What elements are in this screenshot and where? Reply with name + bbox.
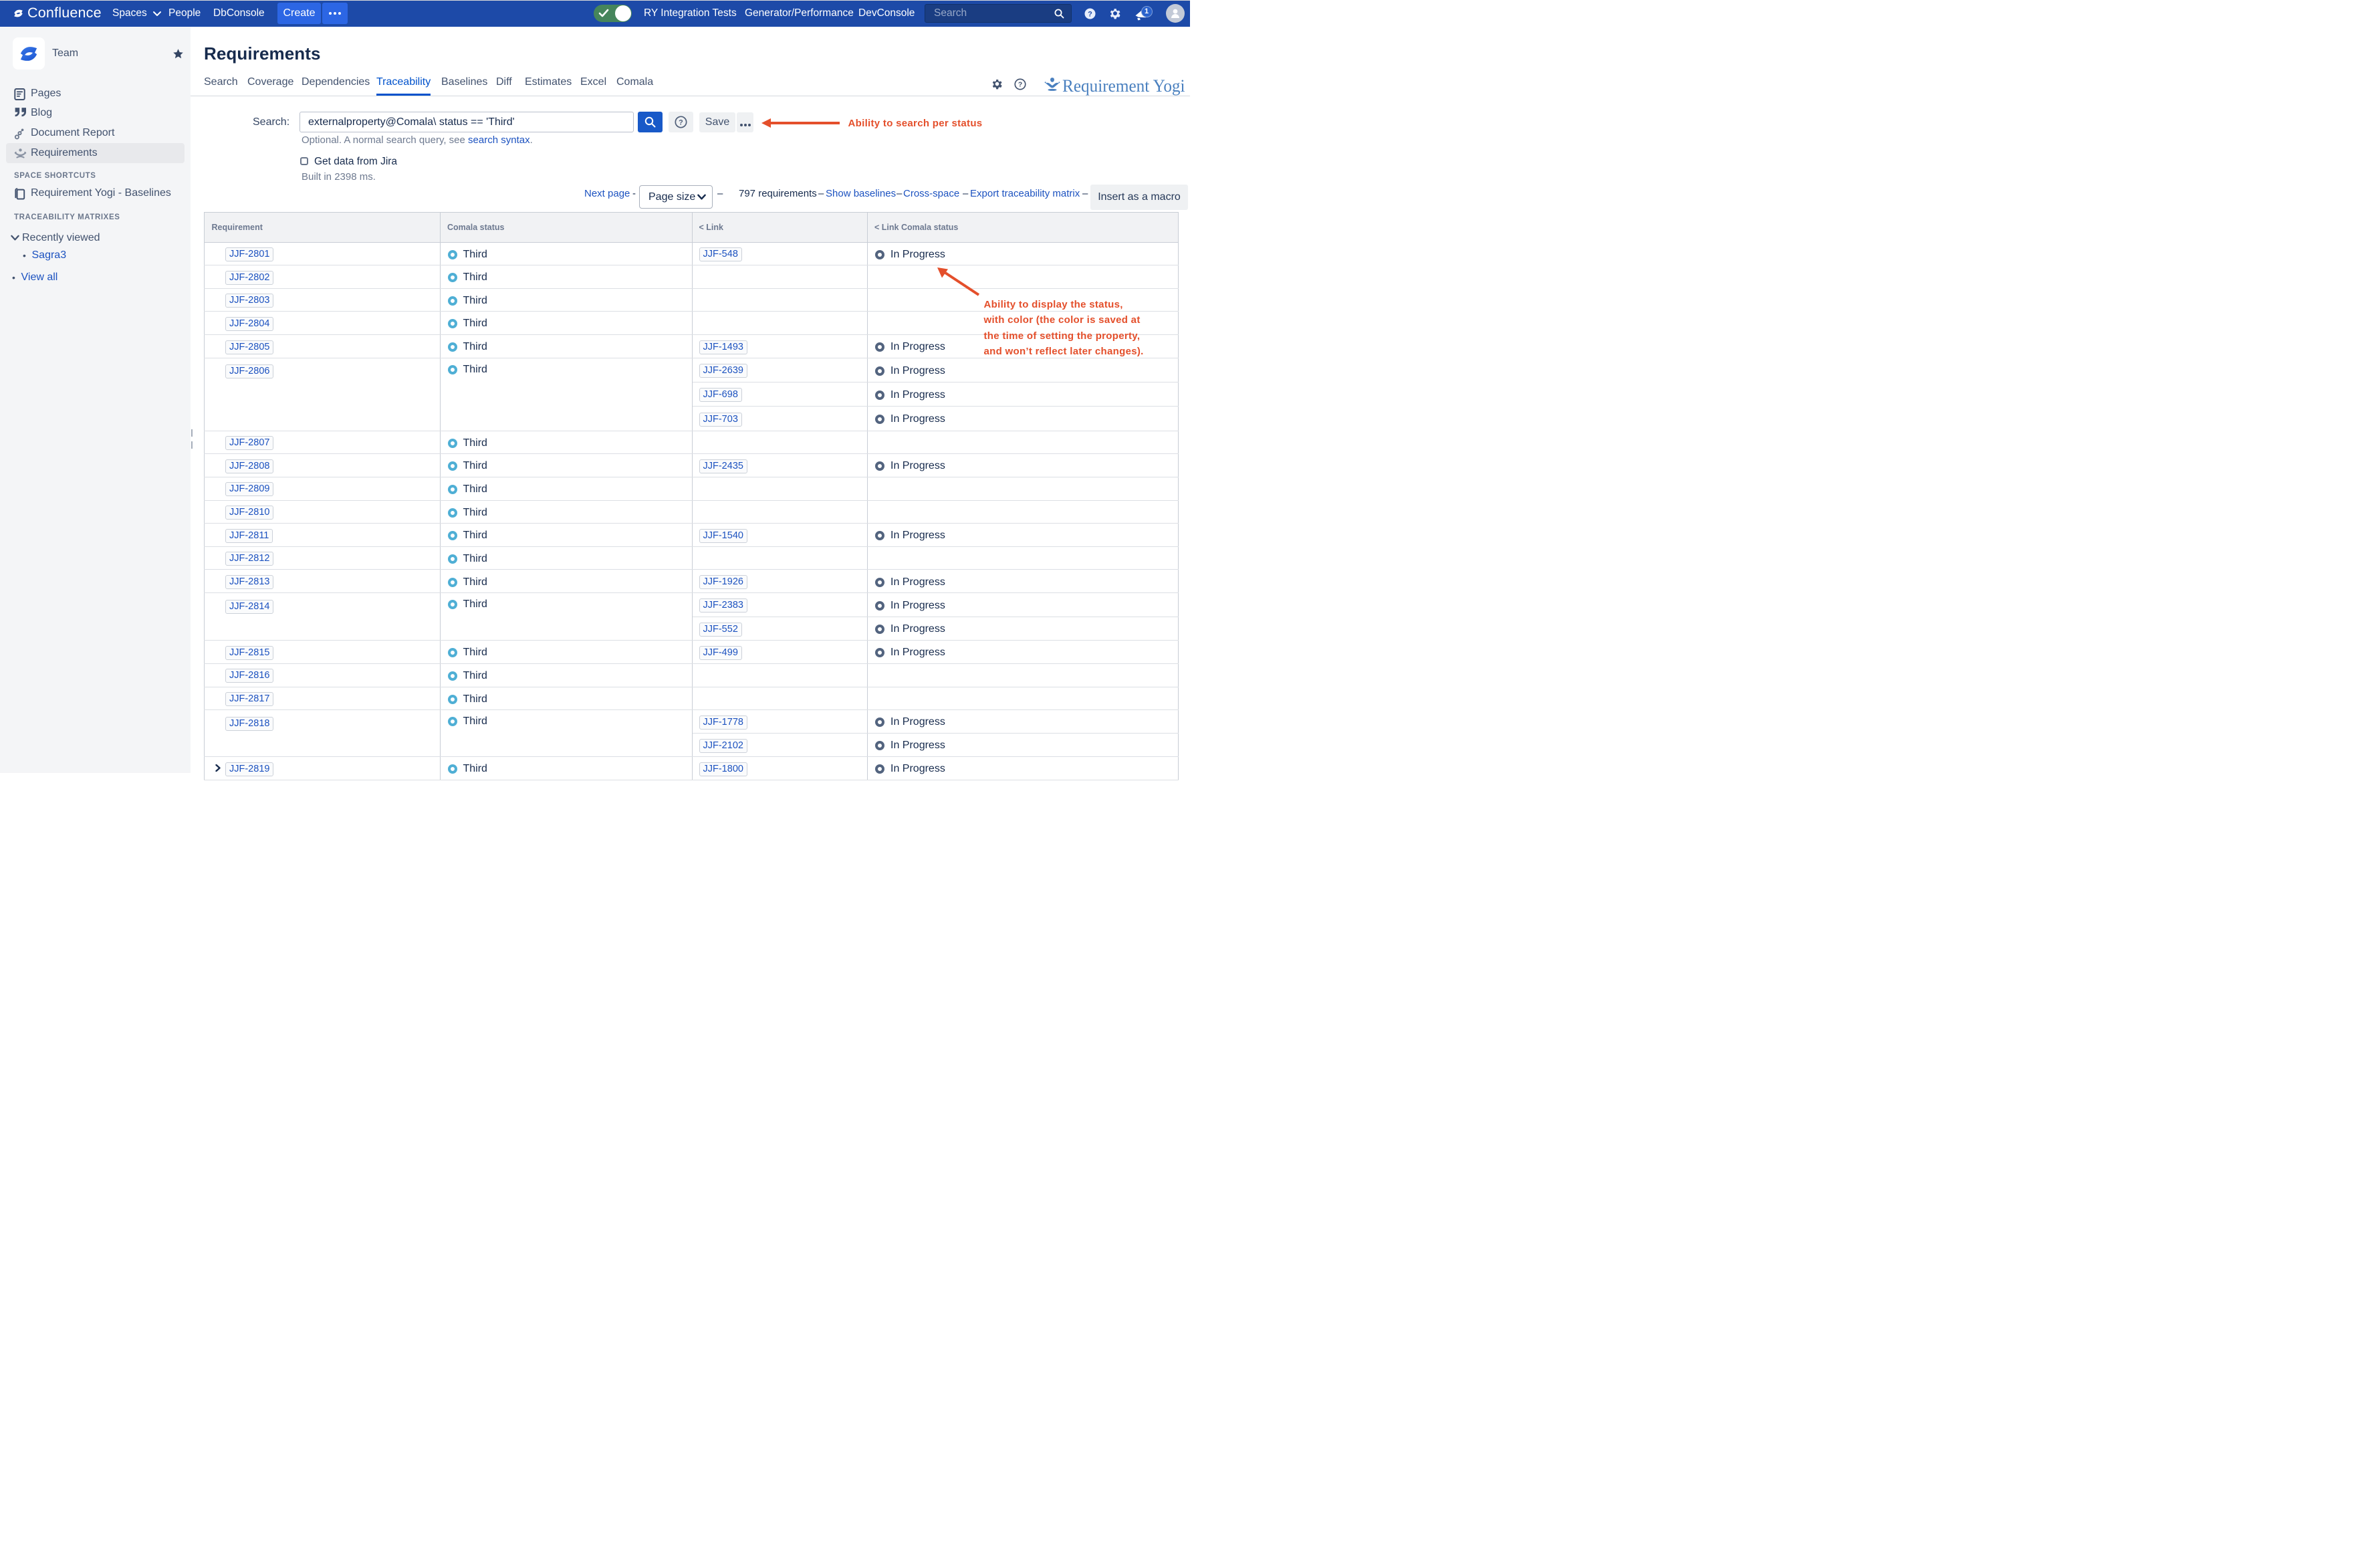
svg-text:?: ?	[1018, 82, 1022, 89]
svg-text:?: ?	[679, 118, 683, 126]
svg-text:?: ?	[1088, 11, 1092, 19]
